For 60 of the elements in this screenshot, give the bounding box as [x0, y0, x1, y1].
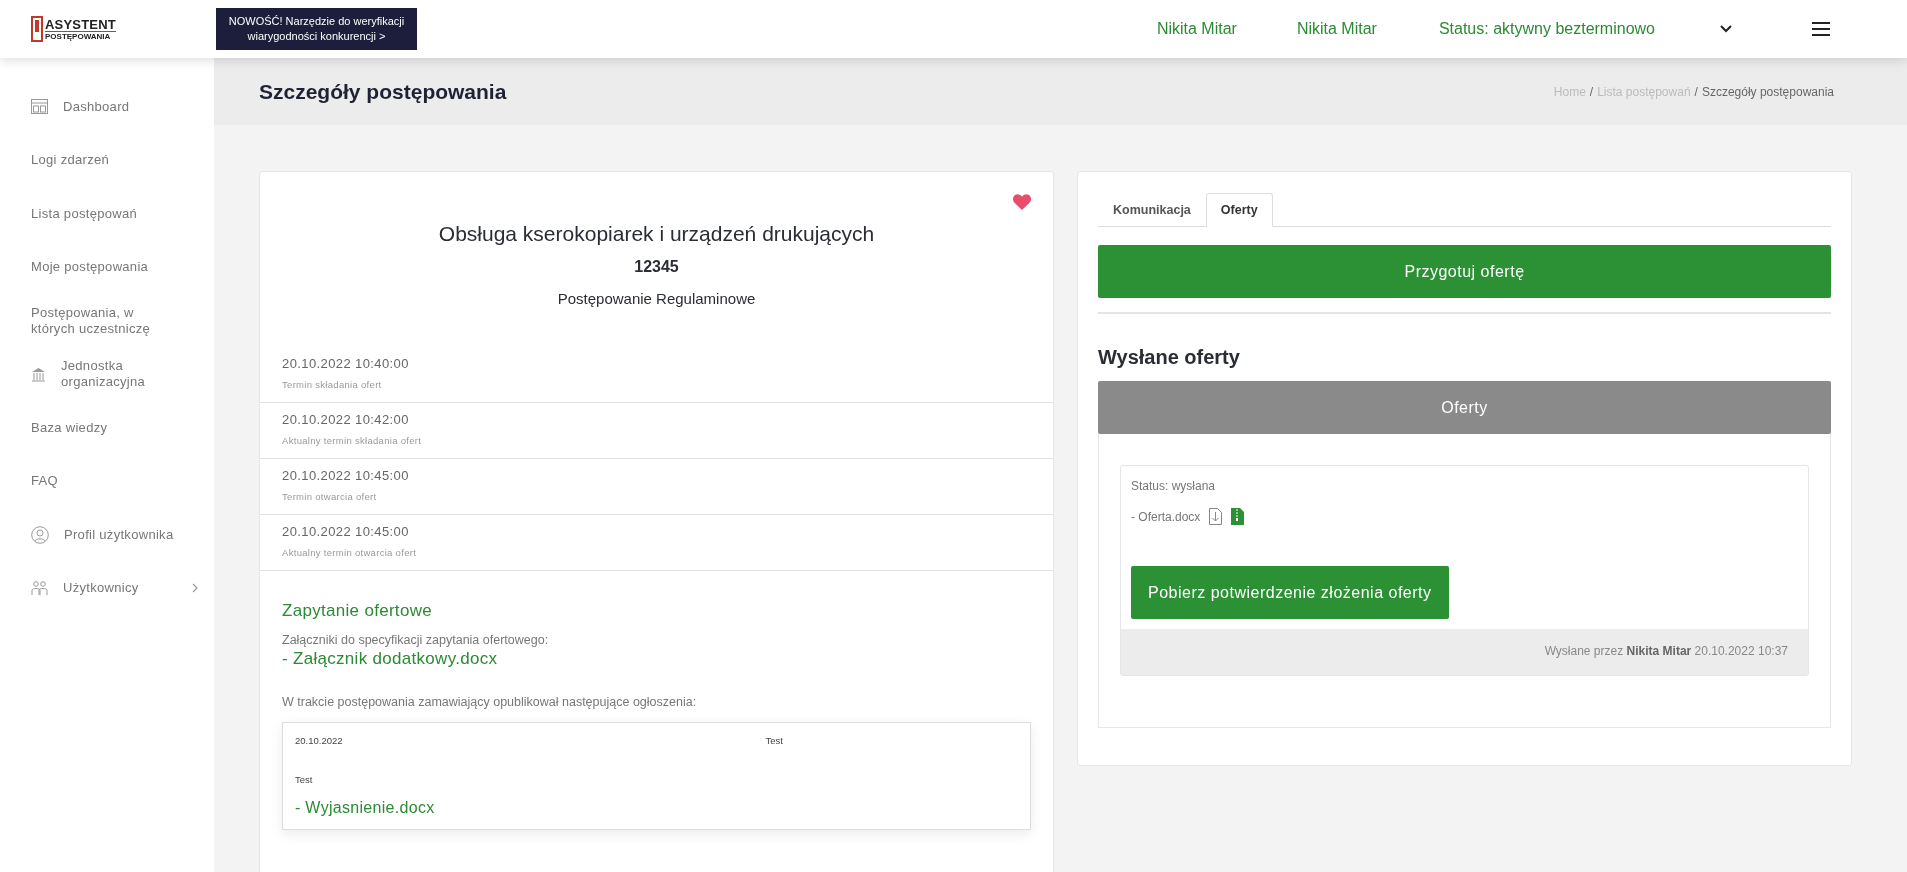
download-confirmation-button[interactable]: Pobierz potwierdzenie złożenia oferty — [1131, 566, 1449, 619]
building-icon — [31, 366, 46, 382]
prepare-offer-button[interactable]: Przygotuj ofertę — [1098, 245, 1831, 298]
logo[interactable]: ASYSTENT POSTĘPOWANIA — [31, 16, 121, 42]
date-value: 20.10.2022 10:45:00 — [282, 524, 410, 539]
announcement-title: Test — [765, 735, 783, 746]
sidebar-item[interactable]: Użytkownicy — [0, 561, 214, 615]
breadcrumb-separator: / — [1694, 84, 1698, 99]
page-title: Szczegóły postępowania — [259, 79, 507, 104]
sidebar-item[interactable]: Profil użytkownika — [0, 508, 214, 562]
tab[interactable]: Oferty — [1205, 193, 1273, 227]
chevron-down-icon[interactable] — [1720, 25, 1732, 33]
procedure-number: 12345 — [633, 258, 680, 276]
download-file-icon[interactable] — [1209, 508, 1223, 525]
announcement-text: Test — [295, 774, 314, 785]
date-value: 20.10.2022 10:45:00 — [282, 468, 410, 483]
sidebar-item[interactable]: Postępowania, w których uczestniczę — [0, 294, 214, 348]
users-icon — [31, 580, 48, 597]
sidebar-item[interactable]: Baza wiedzy — [0, 401, 214, 455]
sidebar-item[interactable]: Jednostka organizacyjna — [0, 347, 214, 401]
section-heading: Zapytanie ofertowe — [282, 601, 433, 621]
layout-icon — [31, 99, 48, 115]
breadcrumb-separator: / — [1589, 84, 1594, 99]
date-label: Termin otwarcia ofert — [282, 491, 378, 502]
promo-banner[interactable]: NOWOŚĆ! Narzędzie do weryfikacji wiarygodności konkurencji > — [216, 8, 417, 50]
chevron-right-icon — [192, 583, 198, 594]
sidebar-item[interactable]: Lista postępowań — [0, 187, 214, 241]
announcements-label: W trakcie postępowania zamawiający opublikował następujące ogłoszenia: — [282, 695, 698, 709]
tab[interactable]: Komunikacja — [1098, 193, 1206, 227]
user-icon — [31, 525, 49, 544]
heart-icon[interactable] — [1013, 194, 1031, 210]
date-label: Aktualny termin otwarcia ofert — [282, 547, 418, 558]
procedure-title: Obsługa kserokopiarek i urządzeń drukujących — [437, 222, 876, 246]
menu-icon[interactable] — [1812, 22, 1830, 36]
date-value: 20.10.2022 10:40:00 — [282, 356, 410, 371]
date-label: Aktualny termin składania ofert — [282, 435, 423, 446]
attachment-link[interactable]: - Załącznik dodatkowy.docx — [282, 649, 1031, 669]
attachment-link[interactable]: - Wyjasnienie.docx — [295, 799, 1018, 817]
logo-text: ASYSTENT — [45, 17, 116, 31]
archive-file-icon[interactable] — [1231, 508, 1245, 525]
date-label: Termin składania ofert — [282, 379, 383, 390]
sidebar-item[interactable]: Dashboard — [0, 80, 214, 134]
header-link[interactable]: Nikita Mitar — [1156, 20, 1237, 38]
attachments-label: Załączniki do specyfikacji zapytania ofertowego: — [282, 633, 550, 647]
procedure-type: Postępowanie Regulaminowe — [556, 290, 757, 307]
offer-sent-info: Wysłane przez Nikita Mitar 20.10.2022 10:37 — [1121, 629, 1808, 675]
sidebar-item[interactable]: FAQ — [0, 454, 214, 508]
sidebar-item[interactable]: Logi zdarzeń — [0, 133, 214, 187]
offer-status: Status: wysłana — [1131, 479, 1217, 493]
file-name: - Oferta.docx — [1131, 509, 1201, 524]
date-value: 20.10.2022 10:42:00 — [282, 412, 410, 427]
section-bar: Oferty — [1098, 381, 1831, 434]
announcement-date: 20.10.2022 — [295, 735, 343, 746]
section-heading: Wysłane oferty — [1098, 346, 1241, 369]
logo-subtext: POSTĘPOWANIA — [45, 30, 116, 41]
header-link[interactable]: Status: aktywny bezterminowo — [1438, 20, 1655, 38]
logo-mark-icon — [31, 16, 43, 42]
header-link[interactable]: Nikita Mitar — [1296, 20, 1377, 38]
breadcrumb-link[interactable]: Szczegóły postępowania — [1701, 84, 1834, 99]
sidebar-item[interactable]: Moje postępowania — [0, 240, 214, 294]
